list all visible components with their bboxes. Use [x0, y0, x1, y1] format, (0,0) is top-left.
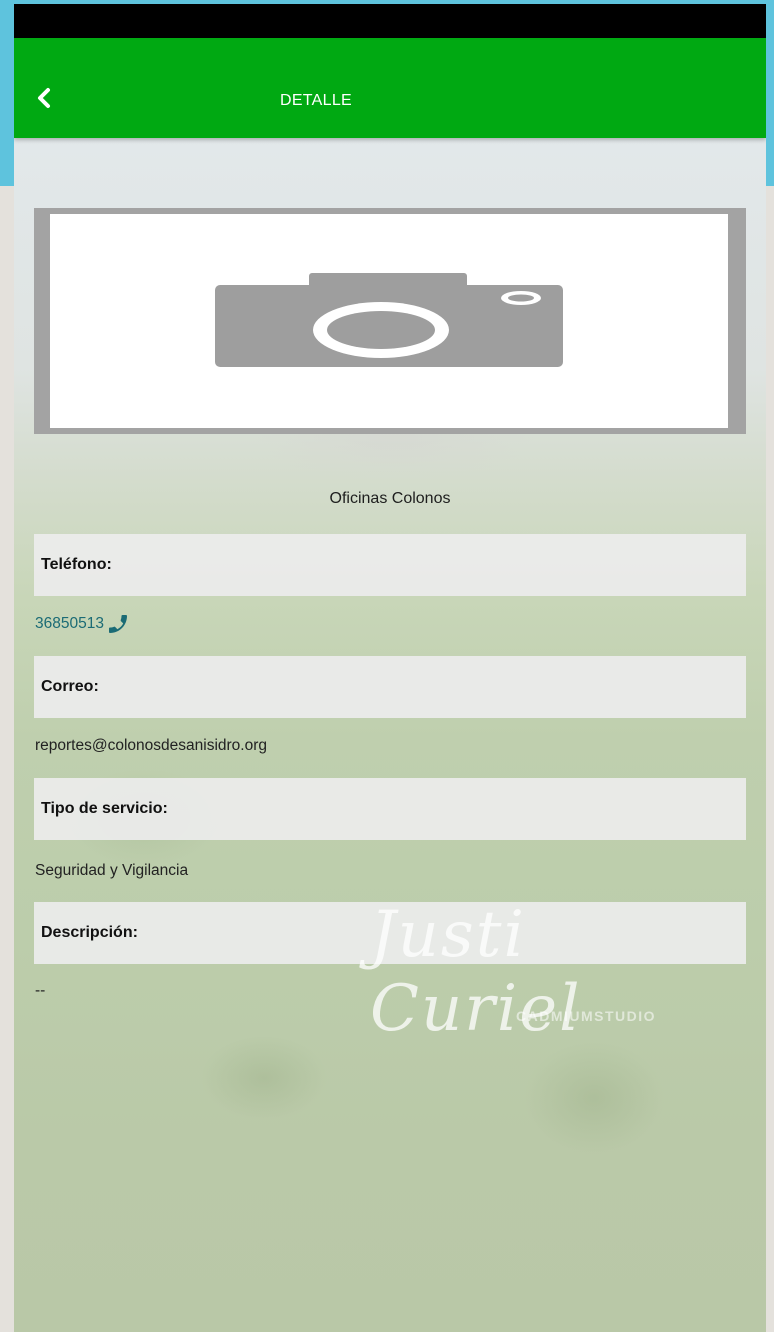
page-title: DETALLE — [279, 92, 353, 109]
phone-icon — [108, 615, 127, 633]
place-name: Oficinas Colonos — [329, 490, 451, 507]
screen: DETALLE Oficinas Colonos Teléfono: 36850… — [14, 38, 766, 1332]
service-value: Seguridad y Vigilancia — [35, 862, 189, 879]
email-value: reportes@colonosdesanisidro.org — [35, 737, 268, 754]
email-label-band: Correo: — [34, 656, 746, 718]
phone-label-band: Teléfono: — [34, 534, 746, 596]
phone-number: 36850513 — [35, 615, 104, 632]
app-bar: DETALLE — [14, 38, 766, 138]
image-frame — [50, 214, 728, 428]
camera-icon — [215, 273, 563, 367]
status-bar — [14, 4, 766, 38]
service-label: Tipo de servicio: — [41, 800, 168, 817]
phone-frame: DETALLE Oficinas Colonos Teléfono: 36850… — [14, 4, 766, 1332]
phone-label: Teléfono: — [41, 556, 112, 573]
service-label-band: Tipo de servicio: — [34, 778, 746, 840]
description-label: Descripción: — [41, 924, 138, 941]
email-label: Correo: — [41, 678, 99, 695]
phone-link[interactable]: 36850513 — [35, 613, 129, 635]
image-placeholder — [34, 208, 746, 434]
watermark: Justi Curiel CADMIUMSTUDIO — [370, 898, 690, 1046]
watermark-studio: CADMIUMSTUDIO — [516, 1008, 657, 1024]
description-value: -- — [35, 982, 46, 999]
